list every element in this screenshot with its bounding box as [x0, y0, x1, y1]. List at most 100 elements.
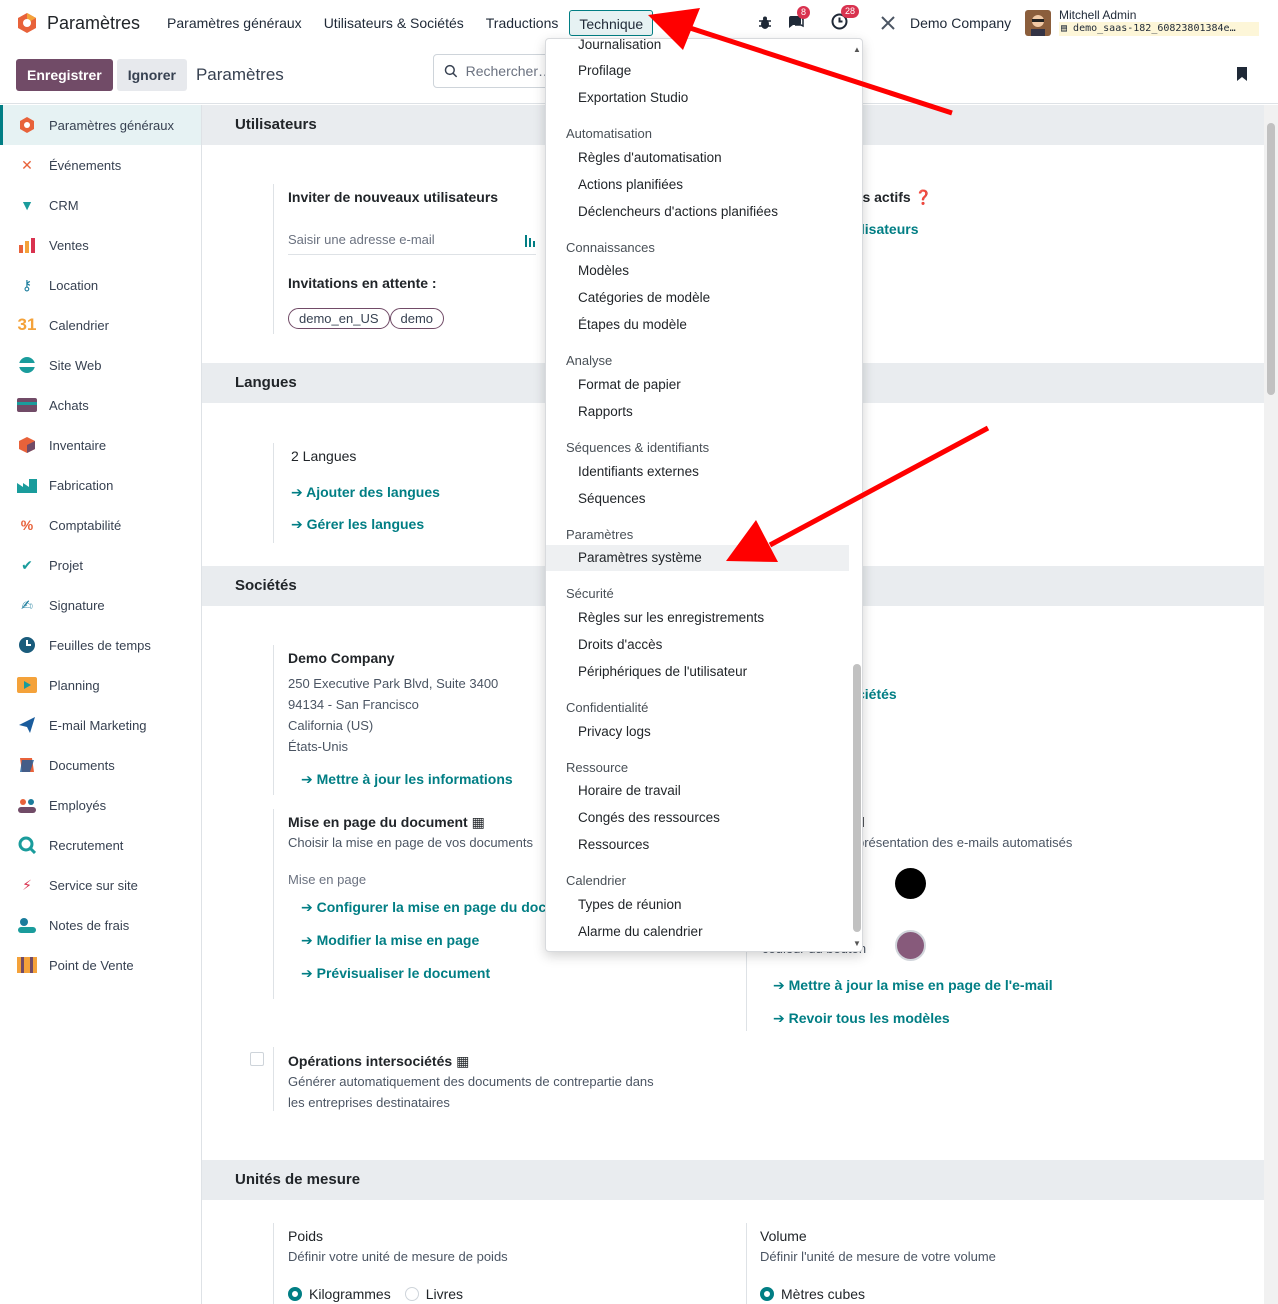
- company-address-line: 250 Executive Park Blvd, Suite 3400: [288, 676, 499, 691]
- sidebar-item-inventory[interactable]: Inventaire: [0, 425, 201, 465]
- company-switcher[interactable]: Demo Company: [910, 0, 1011, 46]
- menu-item-working-hours[interactable]: Horaire de travail: [578, 783, 681, 798]
- menu-item-model-stages[interactable]: Étapes du modèle: [578, 317, 687, 332]
- volume-desc: Définir l'unité de mesure de votre volum…: [760, 1249, 996, 1264]
- menu-item-model-categories[interactable]: Catégories de modèle: [578, 290, 710, 305]
- preview-document-link[interactable]: ➔ Prévisualiser le document: [301, 965, 490, 982]
- manage-users-link[interactable]: ilisateurs: [857, 221, 918, 237]
- user-avatar[interactable]: [1025, 0, 1051, 46]
- scrollbar-thumb[interactable]: [1267, 123, 1275, 395]
- invite-users-title: Inviter de nouveaux utilisateurs: [288, 189, 499, 205]
- divider: [273, 645, 274, 795]
- update-company-info-link[interactable]: ➔ Mettre à jour les informations: [301, 771, 513, 788]
- sidebar-item-label: Point de Vente: [49, 957, 134, 973]
- sidebar-item-expenses[interactable]: Notes de frais: [0, 905, 201, 945]
- menu-item-access-rights[interactable]: Droits d'accès: [578, 637, 662, 652]
- menu-users-companies[interactable]: Utilisateurs & Sociétés: [313, 10, 475, 36]
- page-scrollbar[interactable]: [1264, 105, 1278, 1304]
- sidebar-item-accounting[interactable]: % Comptabilité: [0, 505, 201, 545]
- invite-email-input[interactable]: Saisir une adresse e-mail: [288, 231, 536, 255]
- scroll-up-arrow-icon[interactable]: ▲: [853, 45, 861, 54]
- menu-item-record-rules[interactable]: Règles sur les enregistrements: [578, 610, 764, 625]
- menu-item-profiling[interactable]: Profilage: [578, 63, 631, 78]
- help-icon[interactable]: ❓: [915, 189, 932, 205]
- menu-item-system-parameters[interactable]: Paramètres système: [546, 545, 849, 571]
- dropdown-scrollbar[interactable]: ▲ ▼: [851, 39, 862, 951]
- intercompany-desc: les entreprises destinataires: [288, 1095, 450, 1110]
- bookmark-icon[interactable]: [1236, 66, 1248, 85]
- tools-icon[interactable]: [880, 0, 896, 46]
- menu-item-external-ids[interactable]: Identifiants externes: [578, 464, 699, 479]
- sidebar-item-label: Comptabilité: [49, 517, 122, 533]
- pending-invitation-tag[interactable]: demo: [389, 308, 445, 329]
- search-input[interactable]: Rechercher…: [433, 54, 553, 88]
- weight-radio-group: Kilogrammes Livres: [288, 1286, 463, 1302]
- sidebar-item-label: Signature: [49, 597, 105, 613]
- kg-radio[interactable]: [288, 1287, 302, 1301]
- discard-button[interactable]: Ignorer: [116, 58, 187, 91]
- user-menu[interactable]: Mitchell Admin ▤ demo_saas-182_608238013…: [1059, 8, 1259, 38]
- sidebar-item-project[interactable]: ✔ Projet: [0, 545, 201, 585]
- menu-item-models[interactable]: Modèles: [578, 263, 629, 278]
- menu-item-meeting-types[interactable]: Types de réunion: [578, 897, 682, 912]
- sidebar-item-general-settings[interactable]: Paramètres généraux: [0, 105, 201, 145]
- sidebar-item-point-of-sale[interactable]: Point de Vente: [0, 945, 201, 985]
- menu-item-paper-format[interactable]: Format de papier: [578, 377, 681, 392]
- manage-languages-link[interactable]: ➔ Gérer les langues: [291, 516, 424, 533]
- menu-item-logging[interactable]: Journalisation: [578, 39, 661, 52]
- sidebar-item-sign[interactable]: ✍ Signature: [0, 585, 201, 625]
- sidebar-item-purchase[interactable]: Achats: [0, 385, 201, 425]
- edit-layout-link[interactable]: ➔ Modifier la mise en page: [301, 932, 479, 949]
- menu-item-sequences[interactable]: Séquences: [578, 491, 646, 506]
- sidebar-item-documents[interactable]: Documents: [0, 745, 201, 785]
- menu-item-studio-export[interactable]: Exportation Studio: [578, 90, 688, 105]
- sidebar-item-crm[interactable]: ▼ CRM: [0, 185, 201, 225]
- sidebar-item-label: Employés: [49, 797, 107, 813]
- sidebar-item-sales[interactable]: Ventes: [0, 225, 201, 265]
- primary-color-swatch[interactable]: [895, 868, 926, 899]
- invite-list-icon[interactable]: [524, 234, 536, 248]
- update-email-layout-link[interactable]: ➔ Mettre à jour la mise en page de l'e-m…: [773, 977, 1053, 994]
- company-address-line: 94134 - San Francisco: [288, 697, 419, 712]
- app-title[interactable]: Paramètres: [47, 13, 140, 34]
- menu-item-scheduled-triggers[interactable]: Déclencheurs d'actions planifiées: [578, 204, 778, 219]
- menu-item-scheduled-actions[interactable]: Actions planifiées: [578, 177, 683, 192]
- sidebar-item-rental[interactable]: ⚷ Location: [0, 265, 201, 305]
- button-color-swatch[interactable]: [895, 930, 926, 961]
- menu-item-user-devices[interactable]: Périphériques de l'utilisateur: [578, 664, 747, 679]
- menu-item-resources[interactable]: Ressources: [578, 837, 649, 852]
- menu-item-automation-rules[interactable]: Règles d'automatisation: [578, 150, 722, 165]
- menu-item-calendar-alarm[interactable]: Alarme du calendrier: [578, 924, 703, 939]
- sidebar-item-planning[interactable]: Planning: [0, 665, 201, 705]
- menu-translations[interactable]: Traductions: [475, 10, 570, 36]
- sidebar-item-events[interactable]: ✕ Événements: [0, 145, 201, 185]
- sidebar-item-calendar[interactable]: 31 Calendrier: [0, 305, 201, 345]
- menu-general-settings[interactable]: Paramètres généraux: [156, 10, 313, 36]
- company-address-line: États-Unis: [288, 739, 348, 754]
- pending-invitation-tag[interactable]: demo_en_US: [288, 308, 390, 329]
- sidebar-item-employees[interactable]: Employés: [0, 785, 201, 825]
- configure-layout-link[interactable]: ➔ Configurer la mise en page du docu: [301, 899, 555, 916]
- sidebar-item-email-marketing[interactable]: E-mail Marketing: [0, 705, 201, 745]
- add-languages-link[interactable]: ➔ Ajouter des langues: [291, 484, 440, 501]
- sidebar-item-field-service[interactable]: ⚡ Service sur site: [0, 865, 201, 905]
- odoo-settings-logo-icon[interactable]: [16, 12, 38, 34]
- sidebar-item-website[interactable]: Site Web: [0, 345, 201, 385]
- sidebar-item-manufacturing[interactable]: Fabrication: [0, 465, 201, 505]
- expenses-icon: [16, 914, 38, 936]
- calendar-31-icon: 31: [17, 315, 37, 334]
- intercompany-checkbox[interactable]: [250, 1052, 264, 1066]
- sidebar-item-recruitment[interactable]: Recrutement: [0, 825, 201, 865]
- dropdown-scrollbar-thumb[interactable]: [853, 664, 861, 932]
- save-button[interactable]: Enregistrer: [16, 58, 113, 91]
- lb-radio[interactable]: [404, 1287, 419, 1301]
- sidebar-item-timesheets[interactable]: Feuilles de temps: [0, 625, 201, 665]
- menu-item-resource-leaves[interactable]: Congés des ressources: [578, 810, 720, 825]
- m3-radio[interactable]: [760, 1287, 774, 1301]
- menu-item-privacy-logs[interactable]: Privacy logs: [578, 724, 651, 739]
- menu-item-reports[interactable]: Rapports: [578, 404, 633, 419]
- intercompany-desc: Générer automatiquement des documents de…: [288, 1074, 654, 1089]
- scroll-down-arrow-icon[interactable]: ▼: [853, 939, 861, 948]
- review-templates-link[interactable]: ➔ Revoir tous les modèles: [773, 1010, 950, 1027]
- menu-technical[interactable]: Technique: [569, 10, 654, 36]
